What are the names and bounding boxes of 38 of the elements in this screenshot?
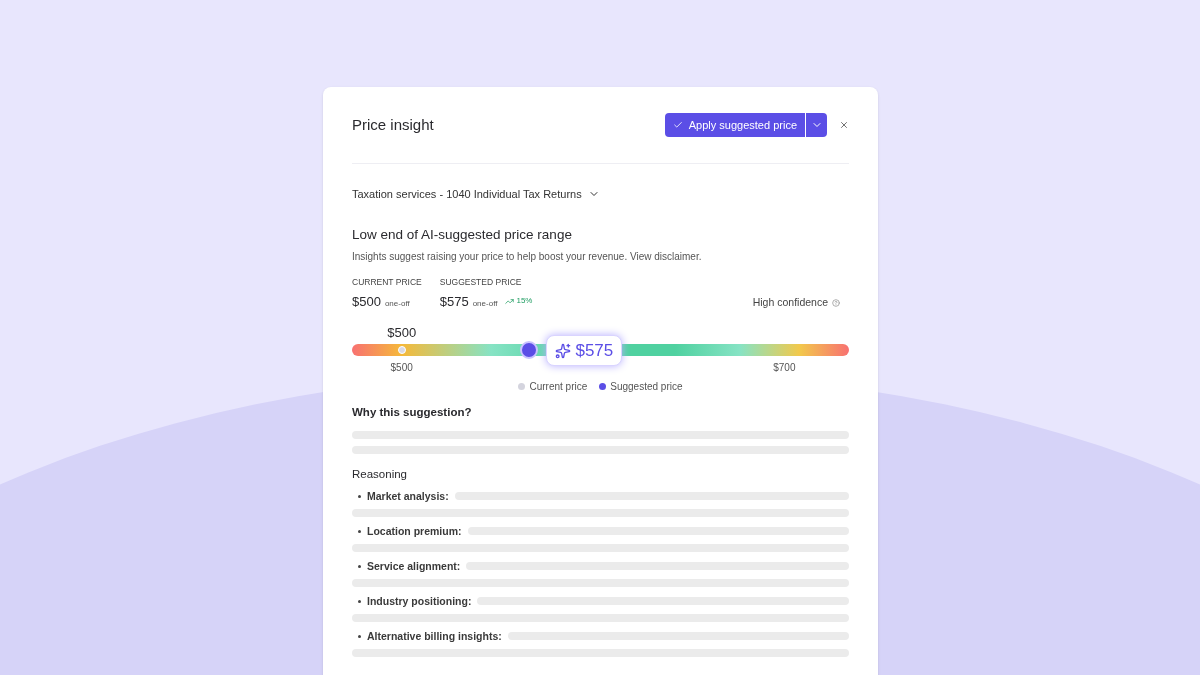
- apply-options-button[interactable]: [806, 113, 827, 137]
- trend-up-icon: [505, 296, 515, 306]
- bullet-icon: [358, 529, 361, 533]
- why-heading: Why this suggestion?: [352, 405, 473, 420]
- slider-thumb[interactable]: [520, 341, 539, 359]
- reasoning-label: Market analysis:: [367, 489, 449, 503]
- reasoning-label: Service alignment:: [367, 559, 461, 573]
- confidence-label: High confidence: [752, 295, 828, 311]
- reasoning-label: Location premium:: [367, 524, 462, 538]
- price-amount: $575: [439, 292, 469, 311]
- help-icon: [832, 299, 840, 308]
- bullet-icon: [358, 564, 361, 568]
- dialog-title: Price insight: [352, 114, 434, 135]
- service-selector[interactable]: Taxation services - 1040 Individual Tax Returns: [352, 186, 600, 203]
- suggested-price-bubble: $575: [546, 335, 623, 366]
- reasoning-label: Industry positioning:: [367, 594, 472, 608]
- price-label: SUGGESTED PRICE: [439, 275, 523, 289]
- price-change: 15%: [516, 295, 533, 307]
- check-icon: [672, 120, 683, 130]
- price-label: CURRENT PRICE: [352, 275, 422, 289]
- range-min-label: $500: [390, 361, 413, 375]
- insight-description: Insights suggest raising your price to help boost your revenue. View disclaimer.: [352, 249, 703, 264]
- reasoning-label: Alternative billing insights:: [367, 629, 502, 643]
- current-price-label: $500: [387, 324, 417, 342]
- sparkle-icon: [555, 342, 572, 359]
- legend-label: Suggested price: [610, 380, 683, 394]
- price-term: one-off: [472, 297, 498, 310]
- close-icon[interactable]: [839, 120, 849, 130]
- legend-label: Current price: [529, 380, 588, 394]
- range-max-label: $700: [773, 361, 796, 375]
- bullet-icon: [358, 494, 361, 498]
- price-term: one-off: [384, 297, 410, 310]
- bullet-icon: [358, 599, 361, 603]
- price-amount: $500: [352, 292, 381, 311]
- bullet-icon: [358, 634, 361, 638]
- insight-heading: Low end of AI-suggested price range: [352, 225, 573, 244]
- apply-suggested-price-button[interactable]: Apply suggested price: [664, 113, 805, 137]
- reasoning-heading: Reasoning: [352, 467, 408, 483]
